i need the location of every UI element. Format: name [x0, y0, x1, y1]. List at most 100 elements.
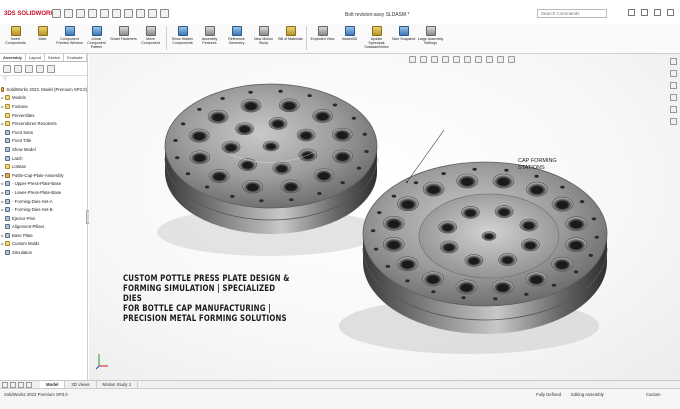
next-tab-icon[interactable] [18, 381, 24, 388]
ribbon-button[interactable]: Large Assembly Settings [417, 24, 444, 52]
tree-item-label: Show Model [12, 146, 36, 152]
die-cavity [502, 256, 513, 264]
tree-item[interactable]: ▸ Footone [0, 102, 87, 111]
custom-properties-icon[interactable] [670, 118, 677, 125]
tree-item[interactable]: ▸ - Forming-Dies-Set-A [0, 197, 87, 206]
ribbon-button[interactable]: Reference Geometry [223, 24, 250, 52]
previous-view-icon[interactable] [431, 56, 438, 63]
tree-item[interactable]: Simulation [0, 248, 87, 257]
ribbon-button[interactable]: Mate [29, 24, 56, 52]
hide-show-items-icon[interactable] [475, 56, 482, 63]
ribbon-button[interactable]: Show Hidden Components [169, 24, 196, 52]
ribbon-button[interactable]: New Motion Study [250, 24, 277, 52]
display-style-icon[interactable] [464, 56, 471, 63]
redo-icon[interactable] [124, 9, 133, 18]
tree-item[interactable]: ▸ - Forming-Dies-Set-B [0, 205, 87, 214]
save-icon[interactable] [88, 9, 97, 18]
section-view-icon[interactable] [442, 56, 449, 63]
die-cavity [273, 120, 283, 128]
print-icon[interactable] [100, 9, 109, 18]
ribbon-button[interactable]: Move Component [137, 24, 164, 52]
ribbon-button-label: Take Snapshot [391, 37, 416, 41]
lower-press-plate[interactable] [362, 161, 608, 334]
tree-item[interactable]: Show Model [0, 145, 87, 154]
bolt-hole [493, 297, 498, 301]
appearances-icon[interactable] [670, 106, 677, 113]
ribbon-button[interactable]: Instant3D [336, 24, 363, 52]
task-pane-tabs [670, 58, 677, 125]
tree-item[interactable]: ▸ Models [0, 94, 87, 103]
ribbon-button[interactable]: Exploded View [309, 24, 336, 52]
tree-item[interactable]: Lotstas [0, 162, 87, 171]
configuration-manager-icon[interactable] [25, 65, 33, 73]
view-settings-icon[interactable] [508, 56, 515, 63]
display-manager-icon[interactable] [47, 65, 55, 73]
ribbon-button[interactable]: Take Snapshot [390, 24, 417, 52]
select-icon[interactable] [136, 9, 145, 18]
undo-icon[interactable] [112, 9, 121, 18]
ribbon-button[interactable]: Component Preview Window [56, 24, 83, 52]
die-cavity [402, 200, 414, 209]
tree-item[interactable]: ▸ Custom Molds [0, 240, 87, 249]
close-icon[interactable] [667, 9, 674, 16]
tree-item[interactable]: Ejector-Pins [0, 214, 87, 223]
search-commands-input[interactable]: Search Commands [537, 9, 607, 18]
tree-item-label: - Lower-Press-Plate-Base [12, 189, 62, 195]
preview-icon [64, 26, 75, 36]
tab-assembly[interactable]: Assembly [0, 54, 26, 61]
tree-item[interactable]: ▾ Pottle-Cap-Plate-Assembly [0, 171, 87, 180]
first-tab-icon[interactable] [2, 381, 8, 388]
tab-evaluate[interactable]: Evaluate [64, 54, 87, 61]
restore-icon[interactable] [654, 9, 661, 16]
tab-sketch[interactable]: Sketch [45, 54, 65, 61]
die-cavity [247, 183, 259, 192]
die-cavity [213, 173, 225, 181]
ribbon-button[interactable]: Assembly Features [196, 24, 223, 52]
graphics-viewport[interactable]: CUSTOM POTTLE PRESS PLATE DESIGN & FORMIN… [89, 54, 680, 380]
rebuild-icon[interactable] [148, 9, 157, 18]
view-orientation-icon[interactable] [453, 56, 460, 63]
open-icon[interactable] [76, 9, 85, 18]
dimxpert-icon[interactable] [36, 65, 44, 73]
tree-item[interactable]: SolidWorks 2023, Model (Premium SP3.0) [0, 85, 87, 94]
apply-scene-icon[interactable] [497, 56, 504, 63]
design-library-icon[interactable] [670, 70, 677, 77]
view-palette-icon[interactable] [670, 94, 677, 101]
ribbon-button[interactable]: Smart Fasteners [110, 24, 137, 52]
zoom-area-icon[interactable] [420, 56, 427, 63]
tree-item[interactable]: Alignment-Pillars [0, 223, 87, 232]
upper-press-plate[interactable] [164, 83, 378, 234]
bolt-hole [180, 122, 186, 126]
edit-appearance-icon[interactable] [486, 56, 493, 63]
tree-item[interactable]: ▸ Precendores Resolents [0, 119, 87, 128]
options-icon[interactable] [160, 9, 169, 18]
home-icon[interactable] [52, 9, 61, 18]
ribbon-button[interactable]: Linear Component Pattern [83, 24, 110, 52]
zoom-to-fit-icon[interactable] [409, 56, 416, 63]
ribbon-button[interactable]: Insert Components [2, 24, 29, 52]
ribbon-button[interactable]: Bill of Materials [277, 24, 304, 52]
help-icon[interactable] [628, 9, 635, 16]
tab-layout[interactable]: Layout [26, 54, 45, 61]
die-cavity [336, 131, 348, 140]
status-units[interactable]: Custom [646, 392, 661, 397]
resources-icon[interactable] [670, 58, 677, 65]
feature-manager-icon[interactable] [3, 65, 11, 73]
ribbon-button[interactable]: Update Speedpak Subassemblies [363, 24, 390, 52]
tree-item-label: Latch [12, 155, 23, 161]
minimize-icon[interactable] [641, 9, 648, 16]
last-tab-icon[interactable] [26, 381, 32, 388]
bolt-hole [385, 264, 391, 268]
tree-item[interactable]: ▸ - Upper-Press-Plate-Base [0, 180, 87, 189]
tree-item[interactable]: Front Title [0, 137, 87, 146]
tree-item[interactable]: Front Sans [0, 128, 87, 137]
tree-item[interactable]: ▸ - Lower-Press-Plate-Base [0, 188, 87, 197]
property-manager-icon[interactable] [14, 65, 22, 73]
filter-icon[interactable]: ▽ [0, 76, 87, 83]
file-explorer-icon[interactable] [670, 82, 677, 89]
tree-item[interactable]: Perverslites [0, 111, 87, 120]
previous-tab-icon[interactable] [10, 381, 16, 388]
tree-item[interactable]: Latch [0, 154, 87, 163]
tree-item[interactable]: ▸ Base Plate [0, 231, 87, 240]
new-document-icon[interactable] [64, 9, 73, 18]
